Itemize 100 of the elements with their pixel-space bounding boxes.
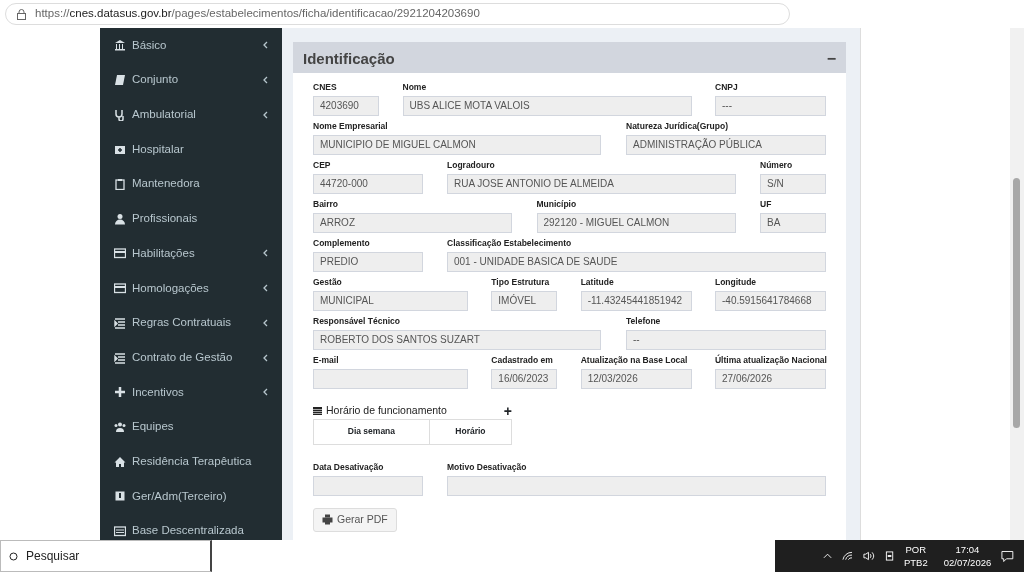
search-field[interactable]: Pesquisar xyxy=(0,540,212,572)
input-field[interactable] xyxy=(447,475,826,496)
sidebar-item[interactable]: Equipes xyxy=(100,409,282,445)
input-field[interactable]: S/N xyxy=(760,174,826,194)
input-field[interactable]: -40.5915641784668 xyxy=(715,291,826,311)
clock-date[interactable]: 02/07/2026 xyxy=(943,556,992,570)
chevron-up-icon[interactable] xyxy=(823,552,833,560)
input-field[interactable]: MUNICIPAL xyxy=(313,291,468,311)
list-icon xyxy=(114,351,126,364)
input-field[interactable]: 292120 - MIGUEL CALMON xyxy=(536,213,736,233)
scrollbar-thumb[interactable] xyxy=(1013,178,1020,428)
sidebar-item[interactable]: Homologações xyxy=(100,270,282,306)
add-button[interactable]: + xyxy=(503,403,512,418)
field-label: Natureza Jurídica(Grupo) xyxy=(626,120,730,133)
input-field[interactable]: PREDIO xyxy=(313,252,423,272)
input-field[interactable]: UBS ALICE MOTA VALOIS xyxy=(402,96,692,116)
input-field[interactable]: MUNICIPIO DE MIGUEL CALMON xyxy=(313,135,601,155)
input-field[interactable] xyxy=(313,475,423,496)
clipboard-icon xyxy=(114,178,126,191)
input-field[interactable]: --- xyxy=(715,96,826,116)
person-icon xyxy=(114,212,126,225)
sidebar-item[interactable]: Residência Terapêutica xyxy=(100,444,282,479)
input-field[interactable]: IMÓVEL xyxy=(491,291,558,311)
sidebar-item[interactable]: Incentivos xyxy=(100,374,282,410)
stethoscope-icon xyxy=(114,108,126,121)
input-field[interactable]: 44720-000 xyxy=(313,174,423,194)
input-field[interactable]: BA xyxy=(760,213,826,233)
input-field[interactable]: ROBERTO DOS SANTOS SUZART xyxy=(313,330,601,350)
input-field[interactable]: -- xyxy=(626,330,826,350)
sidebar-item[interactable]: Regras Contratuais xyxy=(100,305,282,341)
field-label: Nome xyxy=(402,81,428,94)
group-icon xyxy=(114,420,126,433)
sidebar-item[interactable]: Ambulatorial xyxy=(100,97,282,133)
input-field[interactable]: ARROZ xyxy=(313,213,512,233)
field-label: Telefone xyxy=(626,315,662,328)
generate-pdf-button[interactable]: Gerar PDF xyxy=(313,507,397,532)
column-header: Horário xyxy=(428,419,511,444)
sidebar-item[interactable]: Contrato de Gestão xyxy=(100,340,282,375)
scrollbar[interactable] xyxy=(1010,28,1024,540)
field-label: Data Desativação xyxy=(313,460,385,474)
field-label: Atualização na Base Local xyxy=(580,354,689,367)
card-icon xyxy=(114,524,126,537)
sidebar-item[interactable]: Básico xyxy=(100,28,282,63)
field-label: Motivo Desativação xyxy=(447,460,528,474)
sidebar-item[interactable]: Habilitações xyxy=(100,236,282,271)
field-label: Responsável Técnico xyxy=(313,315,401,328)
home-icon xyxy=(114,455,126,468)
field-label: Complemento xyxy=(313,237,371,250)
input-field[interactable]: 4203690 xyxy=(313,96,379,116)
field-label: Classificação Estabelecimento xyxy=(447,237,573,250)
field-label: Gestão xyxy=(313,276,343,289)
input-field[interactable]: 27/06/2026 xyxy=(715,369,826,389)
field-label: Tipo Estrutura xyxy=(491,276,551,289)
collapse-button[interactable]: − xyxy=(826,46,836,71)
field-label: Bairro xyxy=(313,198,340,211)
sidebar-item[interactable]: Conjunto xyxy=(100,62,282,98)
card-icon xyxy=(114,282,126,295)
bank-icon xyxy=(114,39,126,52)
printer-icon xyxy=(322,514,333,526)
field-label: Última atualização Nacional xyxy=(715,354,826,367)
sidebar-item[interactable]: Hospitalar xyxy=(100,132,282,167)
column-header: Dia semana xyxy=(346,425,397,439)
device-icon[interactable] xyxy=(884,550,894,562)
clock-time[interactable]: 17:04 xyxy=(943,542,992,556)
field-label: CNES xyxy=(313,81,338,94)
notification-icon[interactable] xyxy=(1001,549,1014,563)
input-field[interactable]: 16/06/2023 xyxy=(491,369,558,389)
field-label: Município xyxy=(536,198,578,211)
field-label: Nome Empresarial xyxy=(313,120,389,133)
lock-icon[interactable] xyxy=(16,8,27,20)
field-label: Logradouro xyxy=(447,159,496,172)
sidebar-item[interactable]: Mantenedora xyxy=(100,166,282,202)
input-field[interactable]: 001 - UNIDADE BASICA DE SAUDE xyxy=(447,252,826,272)
field-label: E-mail xyxy=(313,354,340,367)
language-text[interactable]: POR xyxy=(903,542,928,556)
layout-text[interactable]: PTB2 xyxy=(903,556,928,570)
plus-icon xyxy=(114,386,126,399)
sidebar-item[interactable]: Profissionais xyxy=(100,201,282,237)
input-field[interactable] xyxy=(313,369,468,389)
field-label: CNPJ xyxy=(715,81,739,94)
input-field[interactable]: ADMINISTRAÇÃO PÚBLICA xyxy=(626,135,826,155)
field-label: UF xyxy=(760,198,773,211)
field-label: CEP xyxy=(313,159,332,172)
field-label: Longitude xyxy=(715,276,758,289)
wifi-icon[interactable] xyxy=(842,551,853,561)
panel-title: Identificação xyxy=(303,49,395,68)
section-title: Horário de funcionamento xyxy=(326,403,447,418)
input-field[interactable]: RUA JOSE ANTONIO DE ALMEIDA xyxy=(447,174,736,194)
field-label: Latitude xyxy=(580,276,615,289)
speaker-icon[interactable] xyxy=(863,551,875,561)
sidebar-item[interactable]: Ger/Adm(Terceiro) xyxy=(100,478,282,514)
list-icon xyxy=(114,316,126,329)
field-label: Cadastrado em xyxy=(491,354,554,367)
input-field[interactable]: 12/03/2026 xyxy=(580,369,692,389)
tile-icon xyxy=(114,490,126,503)
medkit-icon xyxy=(114,143,126,156)
field-label: Número xyxy=(760,159,794,172)
search-icon xyxy=(9,551,18,561)
input-field[interactable]: -11.43245441851942 xyxy=(580,291,692,311)
card-icon xyxy=(114,247,126,260)
